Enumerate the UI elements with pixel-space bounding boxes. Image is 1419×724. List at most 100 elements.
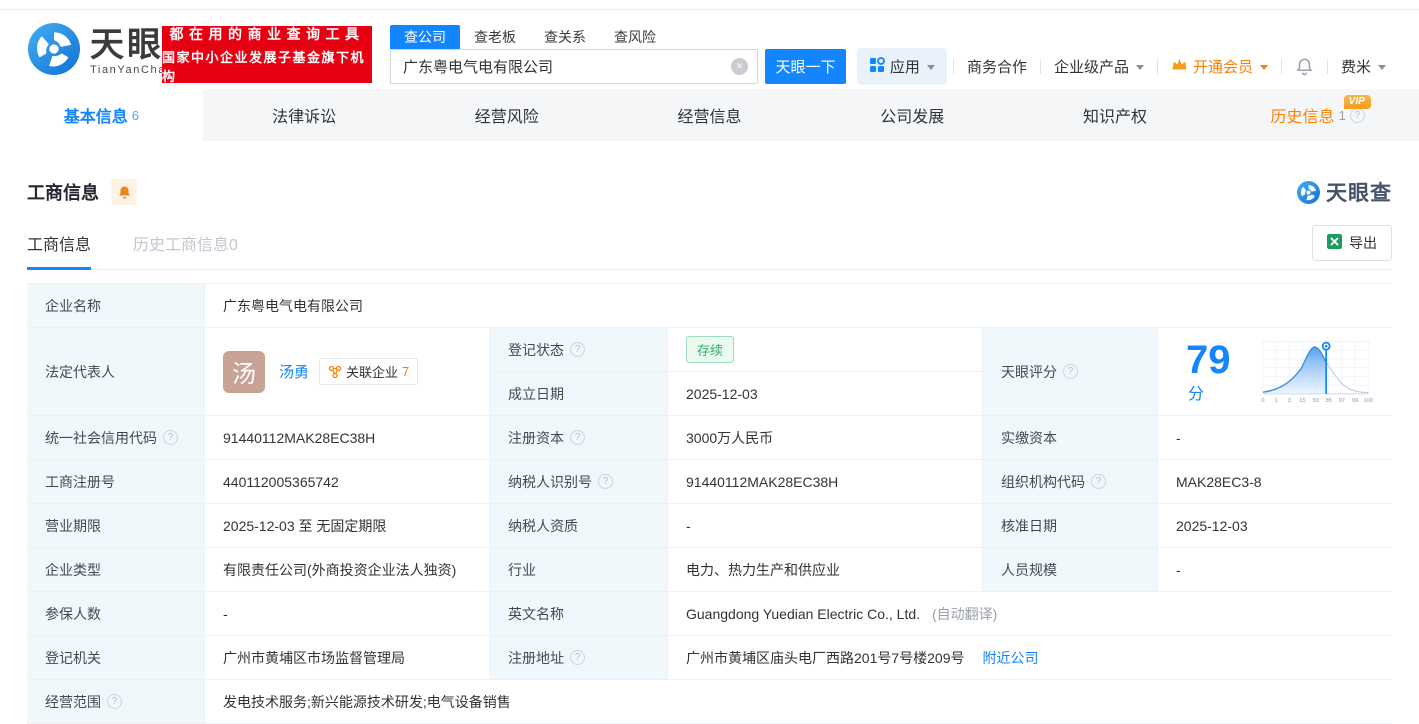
legal-rep-link[interactable]: 汤勇 — [279, 361, 309, 382]
business-info-table: 企业名称 广东粤电气电有限公司 法定代表人 汤 汤勇 关联企业 7 登记状态 ? — [27, 283, 1392, 724]
question-icon[interactable]: ? — [598, 474, 613, 489]
tab-history-info[interactable]: 历史信息 1 ? VIP — [1216, 89, 1419, 141]
watermark-text: 天眼查 — [1326, 177, 1392, 207]
status-badge: 存续 — [686, 336, 734, 363]
tab-intellectual-property[interactable]: 知识产权 — [1014, 89, 1217, 141]
search-button[interactable]: 天眼一下 — [765, 49, 846, 84]
label-org-code: 组织机构代码 ? — [983, 460, 1158, 504]
search-tab-company[interactable]: 查公司 — [390, 25, 460, 49]
search-tab-boss[interactable]: 查老板 — [460, 25, 530, 49]
related-companies-label: 关联企业 — [346, 362, 398, 381]
enterprise-label: 企业级产品 — [1054, 56, 1129, 77]
subtab-history-business-info[interactable]: 历史工商信息0 — [133, 231, 238, 269]
question-icon[interactable]: ? — [570, 650, 585, 665]
search-tabs: 查公司 查老板 查关系 查风险 — [390, 25, 846, 49]
cooperation-label: 商务合作 — [967, 56, 1027, 77]
label-registered-address: 注册地址 ? — [490, 636, 668, 680]
value-registration-authority: 广州市黄埔区市场监督管理局 — [205, 636, 490, 680]
question-icon[interactable]: ? — [107, 694, 122, 709]
notification-bell[interactable] — [1282, 57, 1327, 76]
value-insured-count: - — [205, 592, 490, 636]
enterprise-menu[interactable]: 企业级产品 — [1041, 56, 1157, 77]
label-company-name: 企业名称 — [27, 284, 205, 328]
svg-text:100: 100 — [1363, 397, 1373, 403]
avatar[interactable]: 汤 — [223, 351, 265, 393]
username: 费米 — [1341, 56, 1371, 77]
value-staff-size: - — [1158, 548, 1392, 592]
label-business-scope: 经营范围 ? — [27, 680, 205, 724]
tab-company-development[interactable]: 公司发展 — [811, 89, 1014, 141]
related-companies-badge[interactable]: 关联企业 7 — [319, 358, 418, 385]
tab-count: 6 — [132, 108, 139, 123]
cooperation-menu[interactable]: 商务合作 — [954, 56, 1040, 77]
subtab-business-info[interactable]: 工商信息 — [27, 231, 91, 269]
question-icon[interactable]: ? — [1350, 108, 1365, 123]
label-paid-capital: 实缴资本 — [983, 416, 1158, 460]
value-english-name: Guangdong Yuedian Electric Co., Ltd. (自动… — [668, 592, 1392, 636]
question-icon[interactable]: ? — [1063, 364, 1078, 379]
value-tyc-score[interactable]: 79分 — [1158, 328, 1392, 416]
tab-label: 经营信息 — [678, 103, 742, 127]
tab-operating-risk[interactable]: 经营风险 — [405, 89, 608, 141]
page-top-divider — [0, 0, 1419, 10]
value-registered-capital: 3000万人民币 — [668, 416, 983, 460]
value-org-code: MAK28EC3-8 — [1158, 460, 1392, 504]
search-tab-risk[interactable]: 查风险 — [600, 25, 670, 49]
svg-text:85: 85 — [1325, 397, 1331, 403]
clear-icon[interactable]: ✕ — [731, 58, 748, 75]
label-registered-capital: 注册资本 ? — [490, 416, 668, 460]
label-credit-code: 统一社会信用代码 ? — [27, 416, 205, 460]
value-legal-representative: 汤 汤勇 关联企业 7 — [205, 328, 490, 416]
org-network-icon — [328, 365, 342, 379]
watermark-logo: 天眼查 — [1297, 177, 1392, 207]
svg-text:15: 15 — [1299, 397, 1305, 403]
chevron-down-icon — [927, 65, 935, 70]
question-icon[interactable]: ? — [1091, 474, 1106, 489]
user-menu[interactable]: 费米 — [1328, 56, 1399, 77]
nearby-companies-link[interactable]: 附近公司 — [983, 648, 1039, 668]
tab-legal-proceedings[interactable]: 法律诉讼 — [203, 89, 406, 141]
bell-icon — [119, 186, 130, 195]
aperture-eye-icon — [28, 23, 80, 80]
value-company-type: 有限责任公司(外商投资企业法人独资) — [205, 548, 490, 592]
vip-menu[interactable]: 开通会员 — [1158, 56, 1281, 77]
label-registration-number: 工商注册号 — [27, 460, 205, 504]
search-tab-relation[interactable]: 查关系 — [530, 25, 600, 49]
grid-icon — [869, 57, 885, 77]
svg-text:3: 3 — [1287, 397, 1290, 403]
tab-basic-info[interactable]: 基本信息 6 — [0, 89, 203, 141]
vip-badge: VIP — [1344, 95, 1371, 109]
tab-label: 历史信息 — [1271, 103, 1335, 127]
subscribe-bell-button[interactable] — [111, 179, 137, 205]
label-registration-status: 登记状态 ? — [490, 328, 668, 372]
tab-operating-info[interactable]: 经营信息 — [608, 89, 811, 141]
value-registered-address: 广州市黄埔区庙头电厂西路201号7号楼209号 附近公司 — [668, 636, 1392, 680]
apps-label: 应用 — [890, 56, 920, 77]
search-area: 查公司 查老板 查关系 查风险 ✕ 天眼一下 — [390, 25, 846, 84]
bell-icon — [1298, 59, 1311, 70]
label-legal-representative: 法定代表人 — [27, 328, 205, 416]
main-content: 工商信息 天眼查 工商信息 历史工商信息0 — [0, 177, 1419, 724]
export-button[interactable]: 导出 — [1312, 225, 1392, 261]
label-business-term: 营业期限 — [27, 504, 205, 548]
search-input[interactable] — [390, 49, 758, 84]
svg-text:0: 0 — [1261, 397, 1264, 403]
label-registration-authority: 登记机关 — [27, 636, 205, 680]
slogan-line2: 国家中小企业发展子基金旗下机构 — [162, 47, 372, 85]
export-label: 导出 — [1349, 233, 1377, 253]
value-registration-number: 440112005365742 — [205, 460, 490, 504]
question-icon[interactable]: ? — [163, 430, 178, 445]
label-industry: 行业 — [490, 548, 668, 592]
question-icon[interactable]: ? — [570, 342, 585, 357]
apps-menu[interactable]: 应用 — [857, 48, 947, 85]
header-menu: 应用 商务合作 企业级产品 开通会员 — [857, 48, 1399, 85]
chevron-down-icon — [1260, 65, 1268, 70]
value-business-scope: 发电技术服务;新兴能源技术研发;电气设备销售 — [205, 680, 1392, 724]
slogan-line1: 都在用的商业查询工具 — [170, 24, 365, 44]
svg-text:1: 1 — [1274, 397, 1277, 403]
question-icon[interactable]: ? — [570, 430, 585, 445]
tab-label: 知识产权 — [1083, 103, 1147, 127]
tab-label: 基本信息 — [64, 103, 128, 127]
svg-text:99: 99 — [1352, 397, 1358, 403]
tab-label: 经营风险 — [475, 103, 539, 127]
